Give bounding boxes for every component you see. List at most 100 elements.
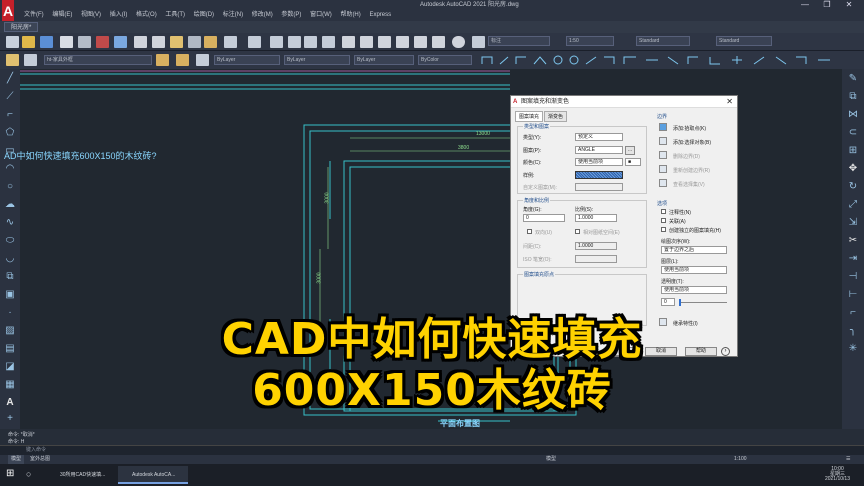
type-select[interactable]: 预定义 bbox=[575, 133, 623, 141]
menu-help[interactable]: 帮助(H) bbox=[340, 10, 360, 21]
copy-icon[interactable] bbox=[152, 36, 165, 48]
circle-icon[interactable]: ○ bbox=[4, 181, 16, 193]
separate-hatches-checkbox[interactable] bbox=[661, 227, 666, 232]
design-center-icon[interactable] bbox=[360, 36, 373, 48]
color-select[interactable]: 使用当前项 bbox=[575, 158, 623, 166]
move-icon[interactable]: ✥ bbox=[847, 163, 859, 175]
spline-icon[interactable]: ∿ bbox=[4, 217, 16, 229]
3d-dwf-icon[interactable] bbox=[114, 36, 127, 48]
dimstyle-dropdown[interactable]: 标注 bbox=[488, 36, 550, 46]
dimension-tools-icons[interactable] bbox=[478, 54, 842, 67]
print-icon[interactable] bbox=[60, 36, 73, 48]
remove-boundary-button[interactable]: 删除边界(D) bbox=[673, 153, 700, 160]
pan-icon[interactable] bbox=[270, 36, 283, 48]
construction-line-icon[interactable]: ⟋ bbox=[4, 91, 16, 103]
windows-start-icon[interactable]: ⊞ bbox=[6, 468, 14, 479]
color-dropdown[interactable]: ByLayer bbox=[214, 55, 280, 65]
dialog-title-bar[interactable]: A 图案填充和渐变色 bbox=[511, 96, 737, 108]
add-pick-button[interactable]: 添加:拾取点(K) bbox=[673, 125, 706, 132]
plot-preview-icon[interactable] bbox=[78, 36, 91, 48]
annotative-checkbox[interactable] bbox=[661, 209, 666, 214]
match-properties-icon[interactable] bbox=[188, 36, 201, 48]
publish-icon[interactable] bbox=[96, 36, 109, 48]
menu-tools[interactable]: 工具(T) bbox=[165, 10, 185, 21]
save-icon[interactable] bbox=[40, 36, 53, 48]
remove-boundary-icon[interactable] bbox=[659, 151, 667, 159]
revision-cloud-icon[interactable]: ☁ bbox=[4, 199, 16, 211]
command-input[interactable]: 键入命令 bbox=[0, 445, 864, 455]
close-button[interactable]: ✕ bbox=[838, 0, 860, 10]
double-checkbox[interactable] bbox=[527, 229, 532, 234]
ellipse-icon[interactable]: ⬭ bbox=[4, 235, 16, 247]
scale-icon[interactable]: ⤢ bbox=[847, 199, 859, 211]
menu-express[interactable]: Express bbox=[369, 10, 391, 21]
dialog-close-icon[interactable]: ✕ bbox=[726, 96, 733, 108]
menu-edit[interactable]: 编辑(E) bbox=[52, 10, 72, 21]
layer-previous-icon[interactable] bbox=[176, 54, 189, 66]
arc-icon[interactable]: ◠ bbox=[4, 163, 16, 175]
zoom-realtime-icon[interactable] bbox=[288, 36, 301, 48]
pattern-select[interactable]: ANGLE bbox=[575, 146, 623, 154]
transparency-select[interactable]: 使用当前项 bbox=[661, 286, 727, 294]
draw-order-select[interactable]: 置于边界之后 bbox=[661, 246, 727, 254]
document-tab[interactable]: 阳光房* bbox=[4, 22, 39, 32]
make-block-icon[interactable]: ▣ bbox=[4, 289, 16, 301]
add-select-icon[interactable] bbox=[659, 137, 667, 145]
pattern-sample-swatch[interactable] bbox=[575, 171, 623, 179]
stretch-icon[interactable]: ⇲ bbox=[847, 217, 859, 229]
tab-gradient[interactable]: 渐变色 bbox=[544, 111, 568, 122]
layer-dropdown[interactable]: ht-家具外框 bbox=[44, 55, 152, 65]
open-icon[interactable] bbox=[22, 36, 35, 48]
zoom-previous-icon[interactable] bbox=[322, 36, 335, 48]
rotate-icon[interactable]: ↻ bbox=[847, 181, 859, 193]
plotstyle-dropdown[interactable]: ByColor bbox=[418, 55, 472, 65]
quick-calc-icon[interactable] bbox=[432, 36, 445, 48]
recreate-boundary-button[interactable]: 重新创建边界(R) bbox=[673, 167, 710, 174]
trim-icon[interactable]: ✂ bbox=[847, 235, 859, 247]
annotation-scale[interactable]: 1:100 bbox=[734, 455, 747, 464]
undo-icon[interactable] bbox=[224, 36, 237, 48]
layer-state-icon[interactable] bbox=[24, 54, 37, 66]
make-current-icon[interactable] bbox=[156, 54, 169, 66]
maximize-button[interactable]: ❐ bbox=[816, 0, 838, 10]
offset-icon[interactable]: ⊂ bbox=[847, 127, 859, 139]
view-selection-button[interactable]: 查看选择集(V) bbox=[673, 181, 705, 188]
menu-format[interactable]: 格式(O) bbox=[136, 10, 157, 21]
minimize-button[interactable]: — bbox=[794, 0, 816, 10]
ellipse-arc-icon[interactable]: ◡ bbox=[4, 253, 16, 265]
properties-icon[interactable] bbox=[342, 36, 355, 48]
scale-input[interactable]: 1.0000 bbox=[575, 214, 617, 222]
add-select-button[interactable]: 添加:选择对象(B) bbox=[673, 139, 711, 146]
taskbar-autocad-task[interactable]: Autodesk AutoCA... bbox=[118, 466, 188, 484]
iso-pen-select[interactable] bbox=[575, 255, 617, 263]
lineweight-dropdown[interactable]: ByLayer bbox=[354, 55, 414, 65]
background-color-select[interactable]: ■ bbox=[625, 158, 641, 166]
block-editor-icon[interactable] bbox=[204, 36, 217, 48]
join-icon[interactable]: ⊢ bbox=[847, 289, 859, 301]
menu-window[interactable]: 窗口(W) bbox=[310, 10, 332, 21]
customize-icon[interactable]: ☰ bbox=[846, 455, 850, 464]
search-icon[interactable]: ○ bbox=[26, 469, 31, 479]
taskbar-browser-task[interactable]: 30所用CAD快速填... bbox=[46, 466, 116, 484]
polyline-icon[interactable]: ⌐ bbox=[4, 109, 16, 121]
layer-properties-icon[interactable] bbox=[6, 54, 19, 66]
help-icon[interactable] bbox=[452, 36, 465, 48]
menu-parametric[interactable]: 参数(P) bbox=[281, 10, 301, 21]
hatch-layer-select[interactable]: 使用当前项 bbox=[661, 266, 727, 274]
angle-input[interactable]: 0 bbox=[523, 214, 565, 222]
array-icon[interactable]: ⊞ bbox=[847, 145, 859, 157]
recreate-boundary-icon[interactable] bbox=[659, 165, 667, 173]
linetype-dropdown[interactable]: ByLayer bbox=[284, 55, 350, 65]
menu-draw[interactable]: 绘图(D) bbox=[194, 10, 214, 21]
markup-icon[interactable] bbox=[414, 36, 427, 48]
view-selection-icon[interactable] bbox=[659, 179, 667, 187]
tab-hatch[interactable]: 图案填充 bbox=[515, 111, 544, 122]
annotation-scale-dropdown[interactable]: 1:50 bbox=[566, 36, 614, 46]
polygon-icon[interactable]: ⬠ bbox=[4, 127, 16, 139]
copy-object-icon[interactable]: ⧉ bbox=[847, 91, 859, 103]
cut-icon[interactable] bbox=[134, 36, 147, 48]
pattern-browse-button[interactable]: … bbox=[625, 146, 635, 155]
insert-block-icon[interactable]: ⧉ bbox=[4, 271, 16, 283]
add-pick-icon[interactable] bbox=[659, 123, 667, 131]
menu-insert[interactable]: 插入(I) bbox=[110, 10, 128, 21]
